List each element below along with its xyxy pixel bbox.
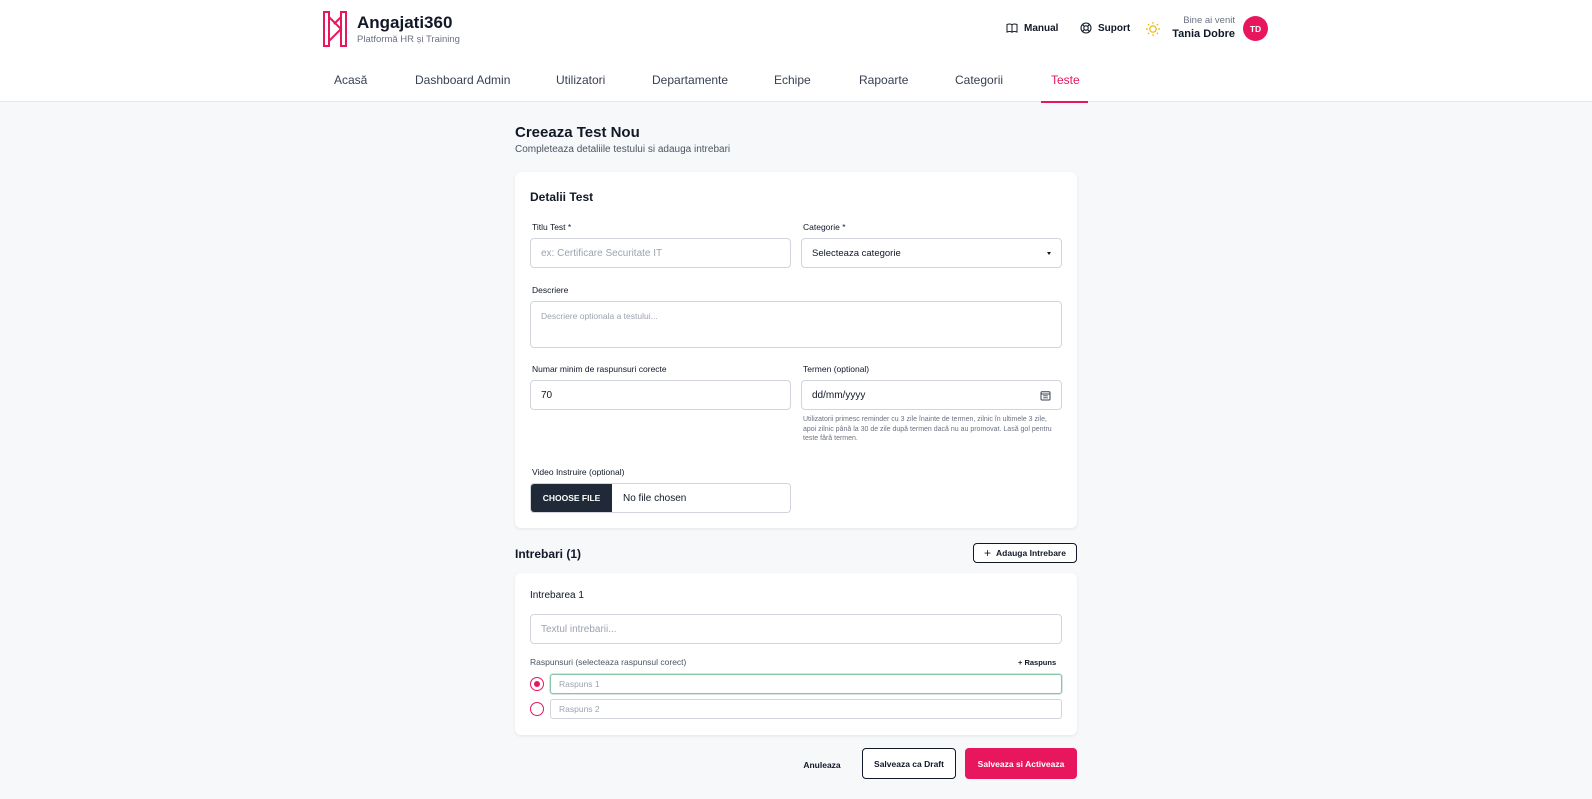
nav-item-teste[interactable]: Teste [1051, 73, 1080, 87]
file-status: No file chosen [623, 492, 687, 504]
avatar[interactable]: TD [1243, 16, 1268, 41]
nav-item-rapoarte[interactable]: Rapoarte [859, 73, 908, 87]
nav-item-acasa[interactable]: Acasă [334, 73, 367, 87]
answer-2-radio[interactable] [530, 702, 544, 716]
title-label: Titlu Test * [532, 222, 572, 232]
nav-item-utilizatori[interactable]: Utilizatori [556, 73, 605, 87]
video-file-input[interactable]: CHOOSE FILE No file chosen [530, 483, 791, 513]
save-activate-button[interactable]: Salveaza si Activeaza [965, 748, 1077, 779]
test-title-input[interactable] [530, 238, 791, 268]
nav-item-echipe[interactable]: Echipe [774, 73, 811, 87]
manual-label: Manual [1024, 22, 1059, 34]
top-header: Angajati360 Platformă HR și Training Man… [0, 0, 1592, 103]
description-textarea[interactable] [530, 301, 1062, 348]
answer-2-input[interactable] [550, 699, 1062, 719]
min-correct-input[interactable] [530, 380, 791, 410]
deadline-hint: Utilizatorii primesc reminder cu 3 zile … [803, 416, 1052, 442]
brand-tagline: Platformă HR și Training [357, 34, 460, 45]
page-title: Creeaza Test Nou [515, 124, 640, 141]
theme-toggle-sun-icon[interactable] [1145, 21, 1161, 37]
user-name: Tania Dobre [1172, 28, 1235, 40]
manual-link[interactable]: Manual [1006, 22, 1058, 34]
question-label: Intrebarea 1 [530, 590, 584, 601]
nav-item-departamente[interactable]: Departamente [652, 73, 728, 87]
cancel-button[interactable]: Anuleaza [795, 750, 849, 780]
book-icon [1006, 23, 1018, 33]
category-select[interactable]: Selecteaza categorie [801, 238, 1062, 268]
answer-1-radio[interactable] [530, 677, 544, 691]
active-tab-indicator [1041, 101, 1088, 103]
plus-icon: + [984, 546, 992, 560]
nav-item-categorii[interactable]: Categorii [955, 73, 1003, 87]
add-question-label: Adauga Intrebare [996, 548, 1066, 558]
lifebuoy-icon [1080, 22, 1092, 34]
brand-logo-icon[interactable] [323, 11, 347, 47]
add-answer-button[interactable]: + Raspuns [1018, 658, 1056, 667]
deadline-date-input[interactable]: dd/mm/yyyy [801, 380, 1062, 410]
question-text-input[interactable] [530, 614, 1062, 644]
support-label: Suport [1098, 22, 1131, 34]
deadline-label: Termen (optional) [803, 364, 870, 374]
description-label: Descriere [532, 285, 569, 295]
welcome-text: Bine ai venit [1183, 15, 1235, 26]
deadline-placeholder: dd/mm/yyyy [812, 389, 866, 401]
answers-label: Raspunsuri (selecteaza raspunsul corect) [530, 657, 687, 667]
user-welcome: Bine ai venit Tania Dobre [1172, 15, 1235, 40]
category-label: Categorie * [803, 222, 846, 232]
details-section-title: Detalii Test [530, 190, 594, 204]
support-link[interactable]: Suport [1080, 22, 1130, 34]
calendar-icon[interactable] [1040, 390, 1051, 401]
page-subtitle: Completeaza detaliile testului si adauga… [515, 144, 731, 155]
nav-item-dashboard-admin[interactable]: Dashboard Admin [415, 73, 510, 87]
choose-file-button[interactable]: CHOOSE FILE [531, 484, 612, 512]
questions-header: Intrebari (1) [515, 547, 582, 561]
brand-name[interactable]: Angajati360 [357, 13, 452, 33]
add-question-button[interactable]: + Adauga Intrebare [973, 543, 1077, 563]
category-select-value: Selecteaza categorie [812, 247, 901, 259]
caret-down-icon [1047, 251, 1051, 255]
min-correct-label: Numar minim de raspunsuri corecte [532, 364, 667, 374]
save-draft-button[interactable]: Salveaza ca Draft [862, 748, 956, 779]
video-label: Video Instruire (optional) [532, 467, 625, 477]
answer-1-input[interactable] [550, 674, 1062, 694]
